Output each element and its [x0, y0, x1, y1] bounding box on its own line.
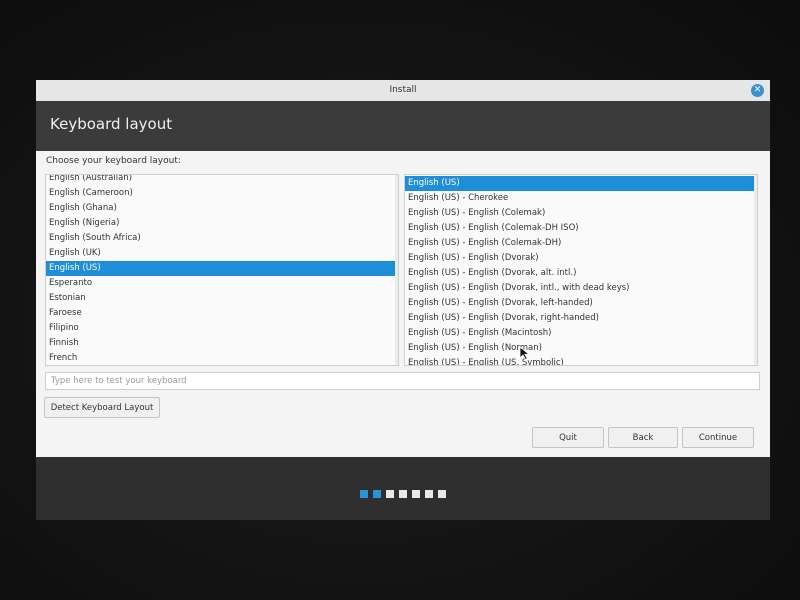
continue-button[interactable]: Continue [682, 427, 754, 448]
layout-list-item[interactable]: English (UK) [46, 246, 398, 261]
keyboard-test-input[interactable] [45, 372, 760, 390]
progress-indicator [36, 490, 770, 498]
progress-dot [360, 490, 368, 498]
keyboard-layout-list-items: English (Australian) English (Cameroon) En… [46, 175, 398, 365]
progress-dot [373, 490, 381, 498]
page-header: Keyboard layout [36, 101, 770, 151]
variant-list-item[interactable]: English (US) [405, 176, 757, 191]
title-bar: Install ✕ [36, 80, 770, 102]
close-button[interactable]: ✕ [751, 84, 764, 97]
progress-dot [412, 490, 420, 498]
variant-list-item[interactable]: English (US) - English (Macintosh) [405, 326, 757, 341]
progress-dot [386, 490, 394, 498]
variant-list-item[interactable]: English (US) - English (Norman) [405, 341, 757, 356]
variant-list-scrollbar[interactable] [754, 175, 757, 365]
layout-list-item[interactable]: English (Nigeria) [46, 216, 398, 231]
layout-list-scrollbar[interactable] [395, 175, 398, 365]
layout-list-item[interactable]: Estonian [46, 291, 398, 306]
variant-list-item[interactable]: English (US) - English (Colemak-DH) [405, 236, 757, 251]
variant-list-item[interactable]: English (US) - English (Dvorak, alt. int… [405, 266, 757, 281]
footer [36, 457, 770, 520]
layout-list-item[interactable]: French [46, 351, 398, 365]
close-icon: ✕ [753, 85, 762, 95]
page-title: Keyboard layout [50, 115, 173, 133]
keyboard-layout-list[interactable]: English (Australian) English (Cameroon) En… [45, 174, 399, 366]
layout-list-item[interactable]: Esperanto [46, 276, 398, 291]
variant-list-item[interactable]: English (US) - English (Dvorak, intl., w… [405, 281, 757, 296]
variant-list-item[interactable]: English (US) - English (Dvorak, left-han… [405, 296, 757, 311]
variant-list-item[interactable]: English (US) - English (Dvorak) [405, 251, 757, 266]
layout-list-item[interactable]: English (Ghana) [46, 201, 398, 216]
back-button[interactable]: Back [608, 427, 678, 448]
installer-window: Install ✕ Keyboard layout Choose your ke… [36, 80, 770, 520]
quit-button[interactable]: Quit [532, 427, 604, 448]
mouse-cursor-icon [519, 346, 531, 360]
layout-list-label: Choose your keyboard layout: [46, 156, 181, 166]
layout-list-item[interactable]: English (South Africa) [46, 231, 398, 246]
keyboard-variant-list[interactable]: English (US) English (US) - Cherokee Engli… [404, 174, 758, 366]
keyboard-variant-list-items: English (US) English (US) - Cherokee Engli… [405, 176, 757, 365]
progress-dot [425, 490, 433, 498]
variant-list-item[interactable]: English (US) - Cherokee [405, 191, 757, 206]
variant-list-item[interactable]: English (US) - English (Dvorak, right-ha… [405, 311, 757, 326]
layout-list-item[interactable]: Finnish [46, 336, 398, 351]
layout-list-item[interactable]: English (Cameroon) [46, 186, 398, 201]
progress-dot [399, 490, 407, 498]
window-title: Install [389, 85, 417, 95]
detect-keyboard-layout-button[interactable]: Detect Keyboard Layout [44, 397, 160, 418]
progress-dot [438, 490, 446, 498]
layout-list-item[interactable]: English (US) [46, 261, 398, 276]
layout-list-item[interactable]: Faroese [46, 306, 398, 321]
content-area: Choose your keyboard layout: English (Au… [36, 151, 770, 457]
layout-list-item[interactable]: English (Australian) [46, 175, 398, 186]
variant-list-item[interactable]: English (US) - English (Colemak) [405, 206, 757, 221]
layout-list-item[interactable]: Filipino [46, 321, 398, 336]
variant-list-item[interactable]: English (US) - English (US, Symbolic) [405, 356, 757, 365]
variant-list-item[interactable]: English (US) - English (Colemak-DH ISO) [405, 221, 757, 236]
